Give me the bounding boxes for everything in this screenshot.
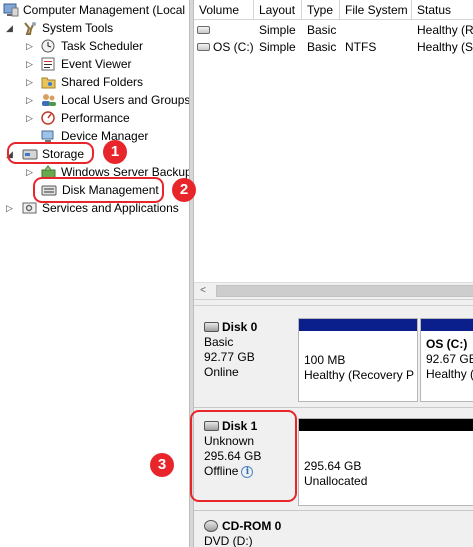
horizontal-scrollbar[interactable]: < xyxy=(194,282,473,299)
scrollbar-thumb[interactable] xyxy=(216,285,473,297)
partition-bar xyxy=(299,319,417,331)
cell-file-system xyxy=(340,22,412,39)
cell-type: Basic xyxy=(307,23,337,37)
cell-status: Healthy (R xyxy=(417,23,473,37)
storage-highlight xyxy=(7,142,94,164)
expand-icon[interactable]: ▷ xyxy=(25,37,34,55)
column-header-type[interactable]: Type xyxy=(302,0,340,20)
cdrom-name-row: CD-ROM 0 xyxy=(204,519,294,534)
partition-status: Healthy ( xyxy=(426,367,473,381)
tree-label: Computer Management (Local xyxy=(23,3,186,17)
cdrom-0-info[interactable]: CD-ROM 0 DVD (D:) xyxy=(196,514,294,547)
partition-size: 92.67 GB xyxy=(426,352,473,366)
tree-label: System Tools xyxy=(42,21,114,35)
expand-icon[interactable]: ▷ xyxy=(25,109,34,127)
table-row[interactable]: Simple Basic Healthy (R xyxy=(194,22,473,39)
partition-size: 100 MB xyxy=(304,353,346,367)
table-row[interactable]: OS (C:) Simple Basic NTFS Healthy (S xyxy=(194,39,473,56)
clock-icon xyxy=(41,39,57,53)
disk-type: Basic xyxy=(204,335,234,349)
expand-icon[interactable]: ▷ xyxy=(25,73,34,91)
tree-label: Performance xyxy=(61,111,130,125)
services-icon xyxy=(22,201,38,215)
volume-name: OS (C:) xyxy=(213,40,254,54)
cell-volume xyxy=(194,22,254,39)
disk-0-info[interactable]: Disk 0 Basic 92.77 GB Online xyxy=(196,315,294,380)
disk-icon xyxy=(204,322,219,332)
tree-label: Local Users and Groups xyxy=(61,93,189,107)
cell-file-system: NTFS xyxy=(345,40,377,54)
cdrom-drive: DVD (D:) xyxy=(204,534,253,547)
partition-status: Unallocated xyxy=(304,474,368,488)
disk-name: CD-ROM 0 xyxy=(222,519,282,533)
partition-recovery[interactable]: 100 MB Healthy (Recovery P xyxy=(298,318,418,402)
disk-management-highlight xyxy=(33,177,164,203)
tree-label: Event Viewer xyxy=(61,57,132,71)
partition-bar xyxy=(299,419,473,431)
cell-layout: Simple xyxy=(259,23,296,37)
volume-list-header: Volume Layout Type File System Status xyxy=(194,0,473,20)
annotation-badge-3: 3 xyxy=(150,453,174,477)
event-viewer-icon xyxy=(41,57,57,71)
expand-icon[interactable]: ▷ xyxy=(25,91,34,109)
expand-icon[interactable]: ▷ xyxy=(25,163,34,181)
cell-volume: OS (C:) xyxy=(194,39,254,56)
volume-icon xyxy=(197,43,210,51)
volume-icon xyxy=(197,26,210,34)
disk-size: 92.77 GB xyxy=(204,350,255,364)
performance-icon xyxy=(41,111,57,125)
tools-icon xyxy=(22,21,38,35)
shared-folder-icon xyxy=(41,75,57,89)
annotation-badge-2: 2 xyxy=(172,178,196,202)
disk-0-name-row: Disk 0 xyxy=(204,320,294,335)
disk-divider xyxy=(194,510,473,511)
scroll-left-icon[interactable]: < xyxy=(196,283,210,299)
disk-divider xyxy=(194,407,473,408)
expand-icon[interactable]: ▷ xyxy=(25,55,34,73)
volume-list: Volume Layout Type File System Status Si… xyxy=(194,0,473,300)
collapse-icon[interactable]: ◢ xyxy=(5,19,14,37)
tree-label: Task Scheduler xyxy=(61,39,144,53)
device-manager-icon xyxy=(41,129,57,143)
users-icon xyxy=(41,93,57,107)
column-header-layout[interactable]: Layout xyxy=(254,0,302,20)
disk-state: Online xyxy=(204,365,239,379)
partition-status: Healthy (Recovery P xyxy=(304,368,415,382)
cdrom-icon xyxy=(204,520,218,532)
annotation-badge-1: 1 xyxy=(103,140,127,164)
disk-name: Disk 0 xyxy=(222,320,258,334)
partition-unallocated[interactable]: 295.64 GB Unallocated xyxy=(298,418,473,506)
column-header-file-system[interactable]: File System xyxy=(340,0,412,20)
column-header-volume[interactable]: Volume xyxy=(194,0,254,20)
tree-label: Shared Folders xyxy=(61,75,144,89)
partition-name: OS (C:) xyxy=(426,337,468,351)
cell-status: Healthy (S xyxy=(417,40,473,54)
partition-size: 295.64 GB xyxy=(304,459,362,473)
pane-horizontal-splitter[interactable] xyxy=(194,299,473,306)
cell-type: Basic xyxy=(307,40,337,54)
disk-1-highlight xyxy=(190,410,297,502)
partition-os-c[interactable]: OS (C:) 92.67 GB Healthy ( xyxy=(420,318,473,402)
expand-icon[interactable]: ▷ xyxy=(5,199,14,217)
column-header-status[interactable]: Status xyxy=(412,0,473,20)
computer-management-icon xyxy=(3,3,19,17)
partition-bar xyxy=(421,319,473,331)
cell-layout: Simple xyxy=(259,40,296,54)
